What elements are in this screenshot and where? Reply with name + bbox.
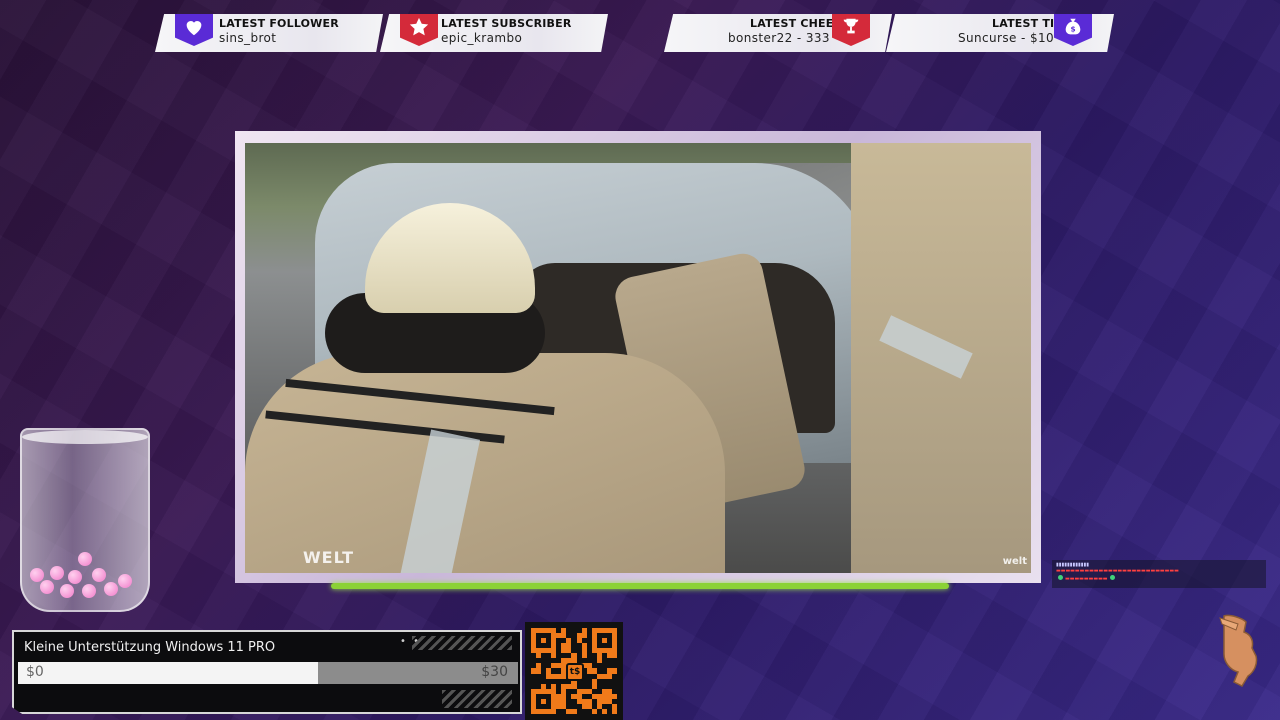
- donation-goal-target: $30: [481, 664, 508, 680]
- latest-follower-value: sins_brot: [219, 31, 277, 45]
- qr-module: [611, 708, 617, 714]
- video-firefighter-left: [245, 353, 725, 573]
- chat-status-dot: [1109, 575, 1115, 580]
- jar-ball: [60, 584, 74, 598]
- latest-follower-title: LATEST FOLLOWER: [219, 17, 339, 30]
- jar-ball: [40, 580, 54, 594]
- jar-ball: [104, 582, 118, 596]
- svg-text:$: $: [1070, 25, 1075, 34]
- qr-code-logo: t$: [566, 663, 584, 681]
- jar-ball: [118, 574, 132, 588]
- tip-jar-rim: [22, 430, 148, 444]
- latest-subscriber-title: LATEST SUBSCRIBER: [441, 17, 572, 30]
- jar-ball: [68, 570, 82, 584]
- chat-message: ▬▬▬▬▬▬▬▬▬: [1056, 575, 1262, 583]
- heart-icon: [175, 14, 213, 46]
- latest-cheer-value: bonster22 - 333: [728, 31, 830, 45]
- latest-tip-panel: LATEST TIP Suncurse - $10 $: [886, 14, 1114, 52]
- chat-message: ▬▬▬▬▬▬▬▬▬▬▬▬▬▬▬▬▬▬▬▬▬▬▬▬▬▬: [1056, 568, 1179, 574]
- video-reflective-stripe: [399, 429, 481, 573]
- video-progress-glow: [331, 583, 949, 589]
- jar-ball: [82, 584, 96, 598]
- video-player[interactable]: WELT welt: [245, 143, 1031, 573]
- donation-goal-progress-bar: $0 $30: [18, 662, 518, 684]
- jar-ball: [78, 552, 92, 566]
- donation-goal-start: $0: [26, 664, 44, 680]
- latest-subscriber-panel: LATEST SUBSCRIBER epic_krambo: [380, 14, 608, 52]
- donation-goal-widget: Kleine Unterstützung Windows 11 PRO • • …: [12, 630, 522, 714]
- goal-decoration-hatch: [412, 636, 512, 650]
- jar-ball: [50, 566, 64, 580]
- latest-follower-panel: LATEST FOLLOWER sins_brot: [155, 14, 383, 52]
- latest-tip-title: LATEST TIP: [992, 17, 1063, 30]
- latest-cheer-title: LATEST CHEER: [750, 17, 843, 30]
- chat-status-dot: [1058, 575, 1063, 580]
- pointing-hand-icon: [1216, 612, 1260, 688]
- latest-subscriber-value: epic_krambo: [441, 31, 523, 45]
- money-bag-icon: $: [1054, 14, 1092, 46]
- jar-ball: [92, 568, 106, 582]
- latest-cheer-panel: LATEST CHEER bonster22 - 333: [664, 14, 892, 52]
- tip-jar: [20, 428, 150, 612]
- jar-ball: [30, 568, 44, 582]
- donation-goal-progress-fill: [18, 662, 318, 684]
- latest-tip-value: Suncurse - $10: [958, 31, 1055, 45]
- star-icon: [400, 14, 438, 46]
- trophy-icon: [832, 14, 870, 46]
- goal-decoration-hatch: [442, 690, 512, 708]
- donation-goal-title: Kleine Unterstützung Windows 11 PRO: [24, 640, 276, 655]
- video-frame: WELT welt: [235, 131, 1041, 583]
- qr-code[interactable]: t$: [525, 622, 623, 720]
- video-jacket-stripe: [285, 378, 555, 416]
- video-watermark: WELT: [303, 548, 355, 567]
- video-watermark-small: welt: [1002, 556, 1027, 567]
- chat-overlay: ▮▮▮▮▮▮▮▮▮▮▮▮ ▬▬▬▬▬▬▬▬▬▬▬▬▬▬▬▬▬▬▬▬▬▬▬▬▬▬ …: [1052, 560, 1266, 588]
